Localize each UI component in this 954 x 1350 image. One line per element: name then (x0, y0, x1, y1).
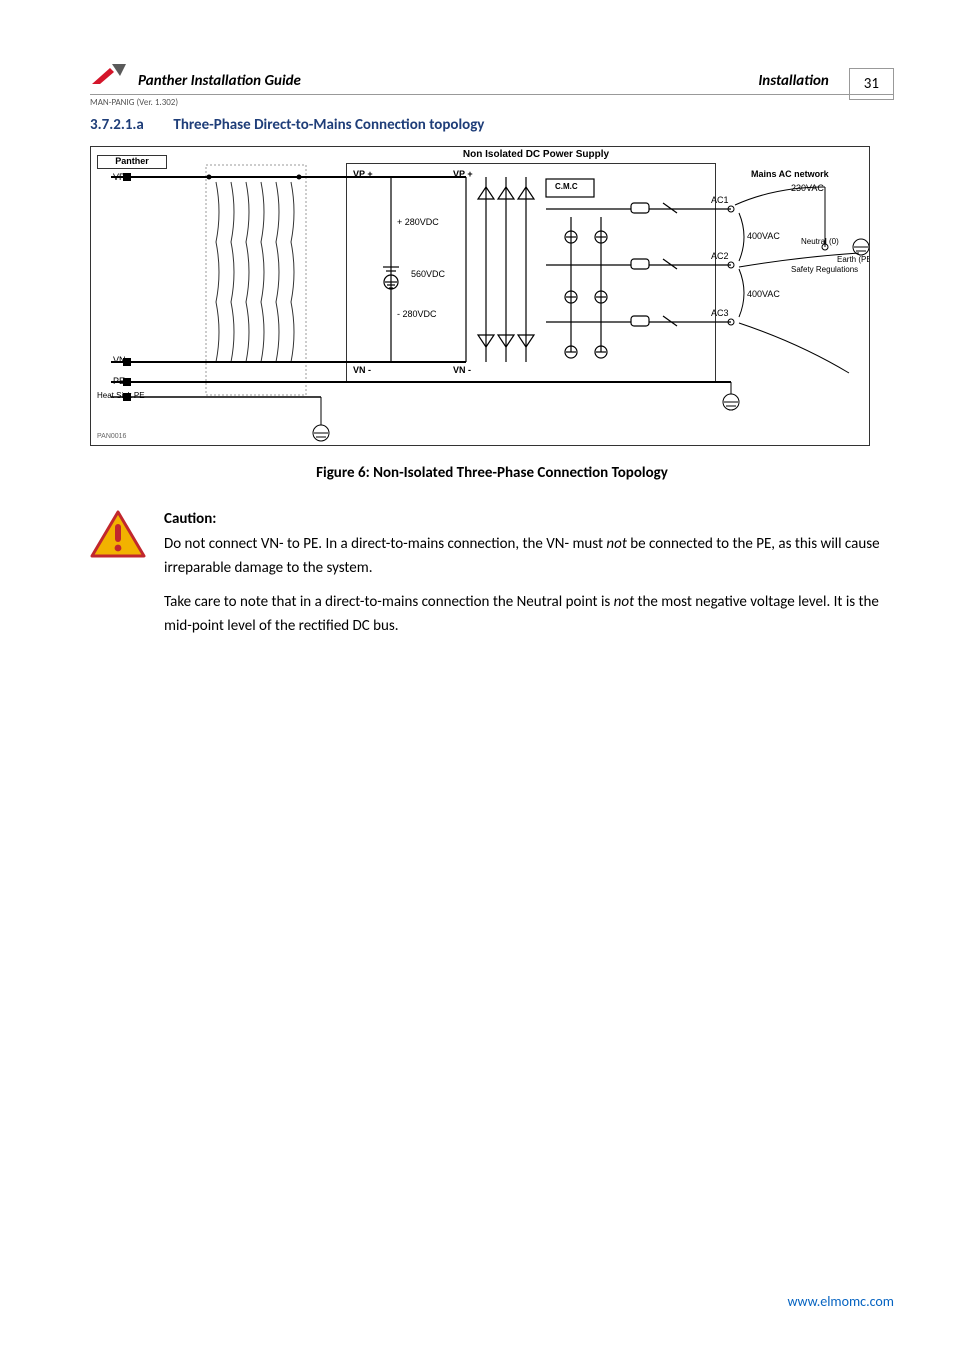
page-number: 31 (849, 68, 894, 100)
lbl-earth: Earth (PE) (837, 255, 870, 264)
doc-version: MAN-PANIG (Ver. 1.302) (90, 97, 894, 108)
caution-p1-em: not (606, 535, 626, 553)
caution-p2a: Take care to note that in a direct-to-ma… (164, 593, 614, 611)
lbl-vp-left: VP + (113, 172, 133, 182)
section-number: 3.7.2.1.a (90, 116, 170, 134)
lbl-plus280: + 280VDC (397, 217, 439, 227)
lbl-mains: Mains AC network (751, 169, 829, 179)
topology-diagram: Panther Non Isolated DC Power Supply (90, 146, 870, 446)
lbl-pe: PE (113, 376, 125, 386)
lbl-hs-pe: Heat Sink PE (97, 391, 145, 400)
lbl-vp-mid: VP + (353, 169, 373, 179)
lbl-560: 560VDC (411, 269, 445, 279)
header-section-name: Installation (758, 72, 828, 92)
page-footer: www.elmomc.com (787, 1293, 894, 1310)
lbl-400a: 400VAC (747, 231, 780, 241)
page-header: Panther Installation Guide Installation … (90, 60, 894, 95)
lbl-vn-left: VN - (113, 355, 131, 365)
lbl-ac3: AC3 (711, 308, 729, 318)
header-doc-title: Panther Installation Guide (138, 72, 758, 92)
lbl-vn-mid: VN - (353, 365, 371, 375)
lbl-400b: 400VAC (747, 289, 780, 299)
section-title: Three-Phase Direct-to-Mains Connection t… (173, 116, 484, 134)
lbl-vp-right: VP + (453, 169, 473, 179)
caution-heading: Caution: (164, 510, 894, 528)
footer-link[interactable]: www.elmomc.com (787, 1293, 894, 1310)
caution-p1a: Do not connect VN- to PE. In a direct-to… (164, 535, 606, 553)
caution-p1: Do not connect VN- to PE. In a direct-to… (164, 532, 894, 580)
lbl-figid: PAN0016 (97, 433, 126, 440)
lbl-neutral: Neutral (0) (801, 237, 839, 246)
caution-p2-em: not (614, 593, 634, 611)
caution-text: Caution: Do not connect VN- to PE. In a … (164, 510, 894, 648)
lbl-cmc: C.M.C (555, 182, 578, 191)
figure-caption: Figure 6: Non-Isolated Three-Phase Conne… (90, 464, 894, 482)
caution-block: Caution: Do not connect VN- to PE. In a … (90, 510, 894, 648)
lbl-ac2: AC2 (711, 251, 729, 261)
warning-icon (90, 510, 146, 560)
lbl-safety: Safety Regulations (791, 265, 858, 274)
lbl-ac1: AC1 (711, 195, 729, 205)
brand-logo (90, 60, 130, 92)
caution-p2: Take care to note that in a direct-to-ma… (164, 590, 894, 638)
lbl-230: 230VAC (791, 183, 824, 193)
section-heading: 3.7.2.1.a Three-Phase Direct-to-Mains Co… (90, 116, 894, 134)
lbl-minus280: - 280VDC (397, 309, 437, 319)
lbl-vn-right: VN - (453, 365, 471, 375)
